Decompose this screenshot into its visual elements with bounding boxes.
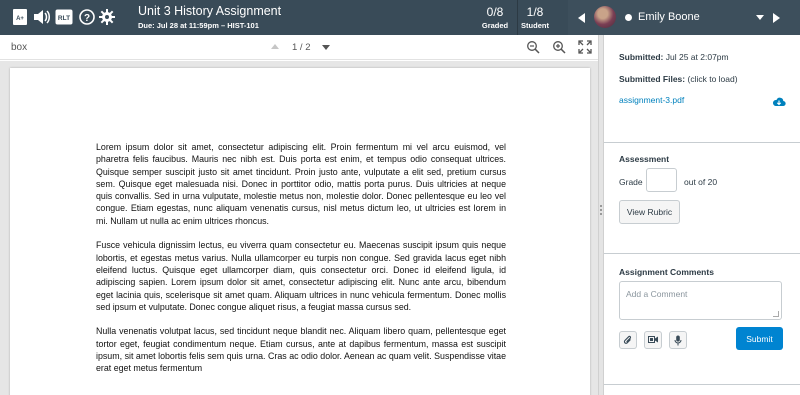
fullscreen-icon[interactable] xyxy=(578,40,592,54)
document-name: box xyxy=(11,42,28,53)
submitted-files-label: Submitted Files: xyxy=(619,74,686,84)
top-bar: A+ RLT ? Unit 3 History Assignment Due: … xyxy=(0,0,800,35)
submitted-files-hint: (click to load) xyxy=(687,74,738,84)
zoom-out-icon[interactable] xyxy=(526,40,540,54)
rlt-icon[interactable]: RLT xyxy=(55,8,73,26)
out-of-label: out of 20 xyxy=(684,177,718,187)
page-indicator: 1 / 2 xyxy=(292,42,311,53)
divider xyxy=(604,253,800,254)
document-viewer[interactable]: Lorem ipsum dolor sit amet, consectetur … xyxy=(0,61,598,395)
cloud-download-icon[interactable] xyxy=(772,95,786,107)
avatar xyxy=(594,6,616,28)
assignment-due: Due: Jul 28 at 11:59pm – HIST-101 xyxy=(138,21,259,30)
divider xyxy=(604,142,800,143)
submitted-date: Jul 25 at 2:07pm xyxy=(665,52,729,62)
previous-page-icon[interactable] xyxy=(271,44,279,49)
comment-textarea[interactable]: Add a Comment xyxy=(619,281,782,320)
paperclip-icon xyxy=(623,335,632,344)
microphone-icon xyxy=(674,335,682,345)
student-count: 1/8 xyxy=(526,5,544,19)
grading-icon[interactable]: A+ xyxy=(11,8,29,26)
media-icon xyxy=(647,336,658,343)
record-audio-button[interactable] xyxy=(669,331,687,349)
student-dropdown-icon[interactable] xyxy=(756,15,764,20)
speaker-icon[interactable] xyxy=(33,8,51,26)
assessment-title: Assessment xyxy=(619,154,670,164)
help-icon[interactable]: ? xyxy=(78,8,96,26)
comments-title: Assignment Comments xyxy=(619,267,714,277)
gear-icon[interactable] xyxy=(98,8,116,26)
svg-text:RLT: RLT xyxy=(58,15,70,22)
assignment-title[interactable]: Unit 3 History Assignment xyxy=(138,4,281,18)
submitted-label: Submitted: xyxy=(619,52,664,62)
student-navigator: Emily Boone xyxy=(568,0,800,35)
attach-file-button[interactable] xyxy=(619,331,637,349)
document-text: Lorem ipsum dolor sit amet, consectetur … xyxy=(96,141,506,387)
grade-label: Grade xyxy=(619,177,643,187)
previous-student-button[interactable] xyxy=(578,13,585,23)
divider xyxy=(604,384,800,385)
next-page-icon[interactable] xyxy=(322,45,330,50)
paragraph: Nulla venenatis volutpat lacus, sed tinc… xyxy=(96,326,506,374)
student-label: Student xyxy=(521,21,549,30)
svg-text:A+: A+ xyxy=(16,16,24,22)
submit-comment-button[interactable]: Submit xyxy=(736,327,783,350)
grip-icon[interactable] xyxy=(600,205,602,217)
zoom-in-icon[interactable] xyxy=(552,40,566,54)
student-name[interactable]: Emily Boone xyxy=(638,11,700,23)
next-student-button[interactable] xyxy=(773,13,780,23)
submitted-info: Submitted: Jul 25 at 2:07pm xyxy=(619,52,729,62)
document-page: Lorem ipsum dolor sit amet, consectetur … xyxy=(10,68,590,395)
submitted-files-info: Submitted Files: (click to load) xyxy=(619,74,738,84)
graded-count: 0/8 xyxy=(486,5,504,19)
graded-label: Graded xyxy=(481,21,509,30)
graded-stat: 0/8 Graded xyxy=(480,5,510,30)
divider xyxy=(517,0,518,35)
view-rubric-button[interactable]: View Rubric xyxy=(619,200,680,224)
submission-panel: Submitted: Jul 25 at 2:07pm Submitted Fi… xyxy=(604,35,800,395)
document-toolbar: box 1 / 2 xyxy=(0,35,598,60)
submitted-file-link[interactable]: assignment-3.pdf xyxy=(619,95,684,105)
svg-text:?: ? xyxy=(84,13,90,24)
media-comment-button[interactable] xyxy=(644,331,662,349)
grade-input[interactable] xyxy=(646,168,677,192)
paragraph: Fusce vehicula dignissim lectus, eu vive… xyxy=(96,240,506,312)
paragraph: Lorem ipsum dolor sit amet, consectetur … xyxy=(96,142,506,226)
status-dot-icon xyxy=(625,14,632,21)
student-stat: 1/8 Student xyxy=(520,5,550,30)
